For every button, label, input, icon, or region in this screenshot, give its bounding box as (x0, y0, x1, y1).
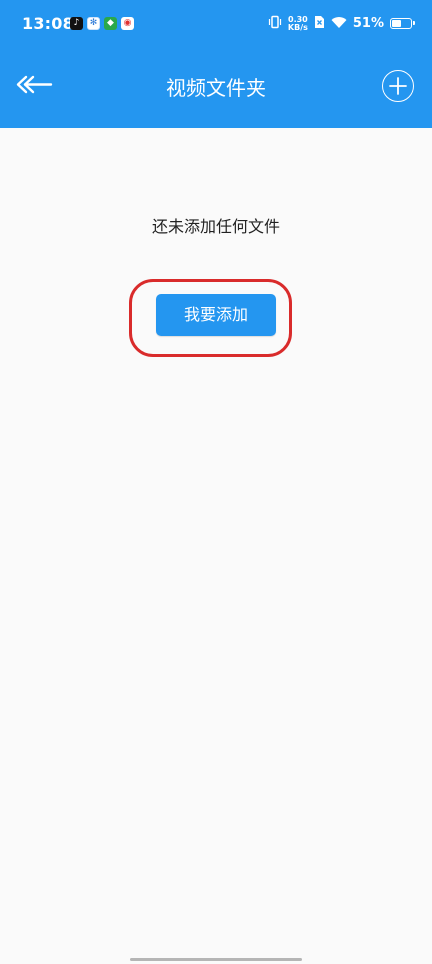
battery-percentage: 51% (352, 16, 384, 31)
vibrate-icon (268, 14, 282, 33)
notification-icons: ♪ ✻ ◆ ◉ (70, 17, 134, 30)
wifi-icon (331, 14, 347, 33)
home-indicator[interactable] (130, 958, 302, 961)
status-time: 13:08 (22, 14, 74, 33)
plus-circle-icon (389, 77, 407, 95)
status-indicators: 0.30 KB/s 51% (268, 14, 415, 33)
weibo-icon: ◉ (121, 17, 134, 30)
no-sim-icon (314, 14, 325, 33)
weather-icon: ✻ (87, 17, 100, 30)
battery-fill (392, 20, 401, 27)
status-bar: 13:08 ♪ ✻ ◆ ◉ 0.30 KB/s 51% (0, 0, 432, 48)
battery-icon (390, 18, 415, 29)
tiktok-icon: ♪ (70, 17, 83, 30)
empty-state-message: 还未添加任何文件 (151, 217, 280, 236)
store-icon: ◆ (104, 17, 117, 30)
network-speed-unit: KB/s (287, 22, 308, 32)
add-files-button[interactable]: 我要添加 (156, 294, 276, 336)
page-title: 视频文件夹 (166, 76, 266, 100)
network-speed: 0.30 KB/s (287, 15, 308, 32)
toolbar: 视频文件夹 (0, 48, 432, 128)
app-header: 13:08 ♪ ✻ ◆ ◉ 0.30 KB/s 51% 视频文件夹 (0, 0, 432, 128)
add-folder-button[interactable] (382, 70, 414, 102)
